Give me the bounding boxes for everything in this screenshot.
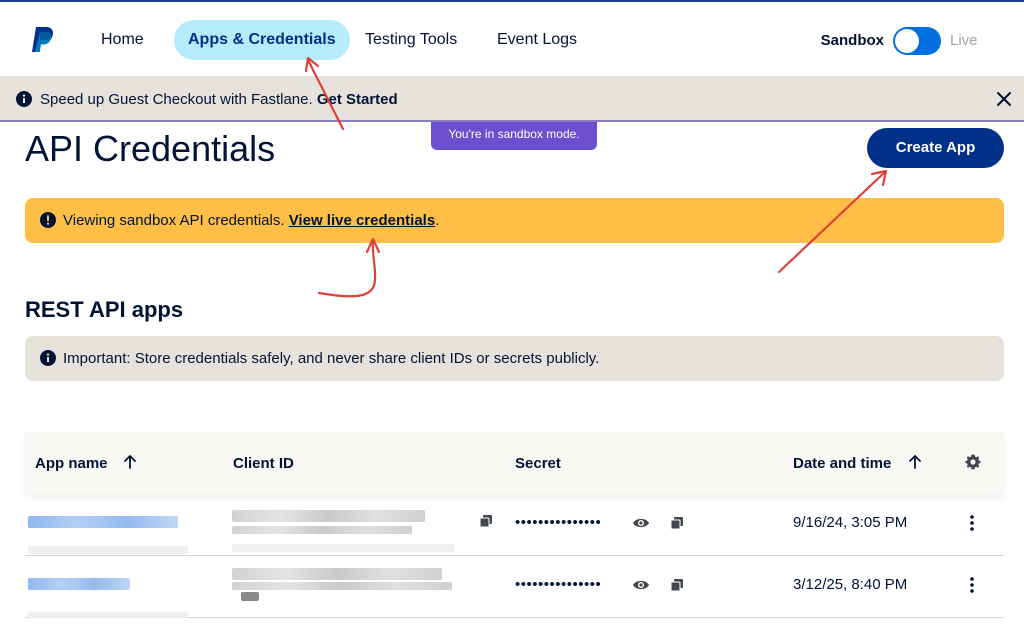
annotation-arrowhead — [870, 169, 888, 187]
sort-arrow-up-icon[interactable] — [123, 454, 137, 470]
column-header-date-time[interactable]: Date and time — [793, 455, 891, 472]
sandbox-mode-pill: You're in sandbox mode. — [431, 122, 597, 150]
client-id-redacted — [232, 568, 442, 580]
sandbox-warning-banner: Viewing sandbox API credentials. View li… — [25, 198, 1004, 243]
redacted-text — [232, 544, 455, 552]
eye-icon[interactable] — [632, 516, 650, 530]
kebab-menu-icon[interactable] — [969, 514, 975, 532]
annotation-arrow-view-live — [317, 238, 377, 298]
sort-arrow-up-icon[interactable] — [908, 454, 922, 470]
nav-event-logs[interactable]: Event Logs — [483, 20, 591, 60]
copy-icon[interactable] — [670, 578, 684, 592]
get-started-link[interactable]: Get Started — [317, 91, 398, 108]
eye-icon[interactable] — [632, 578, 650, 592]
table-row: ••••••••••••••• 3/12/25, 8:40 PM — [25, 556, 1004, 618]
warning-suffix: . — [435, 212, 440, 229]
env-label-live: Live — [950, 32, 978, 49]
row-date: 9/16/24, 3:05 PM — [793, 514, 908, 531]
redacted-text — [28, 546, 188, 554]
redacted-text — [28, 612, 188, 618]
nav-apps-credentials[interactable]: Apps & Credentials — [174, 20, 350, 60]
info-message: Important: Store credentials safely, and… — [63, 350, 600, 367]
warning-text: Viewing sandbox API credentials. — [63, 212, 289, 229]
client-id-redacted — [232, 526, 412, 534]
table-header: App name Client ID Secret Date and time — [25, 432, 1004, 494]
warning-message: Viewing sandbox API credentials. View li… — [63, 212, 439, 229]
copy-icon[interactable] — [670, 516, 684, 530]
fastlane-banner: Speed up Guest Checkout with Fastlane. G… — [0, 76, 1024, 122]
section-title-rest-api-apps: REST API apps — [25, 297, 184, 322]
alert-icon — [40, 212, 56, 228]
table-row: ••••••••••••••• 9/16/24, 3:05 PM — [25, 494, 1004, 556]
column-header-client-id: Client ID — [233, 455, 294, 472]
env-label-sandbox: Sandbox — [820, 32, 884, 49]
fastlane-text: Speed up Guest Checkout with Fastlane. — [40, 91, 317, 108]
sandbox-live-toggle[interactable] — [893, 27, 941, 55]
create-app-button[interactable]: Create App — [867, 128, 1004, 168]
secret-masked: ••••••••••••••• — [515, 514, 602, 531]
column-header-secret: Secret — [515, 455, 561, 472]
row-date: 3/12/25, 8:40 PM — [793, 576, 908, 593]
kebab-menu-icon[interactable] — [969, 576, 975, 594]
nav-home[interactable]: Home — [87, 20, 158, 60]
redacted-text — [241, 592, 259, 601]
page-title: API Credentials — [25, 128, 276, 169]
top-nav: Home Apps & Credentials Testing Tools Ev… — [0, 0, 1024, 76]
client-id-redacted — [232, 510, 425, 522]
toggle-knob — [895, 29, 919, 53]
credentials-info-banner: Important: Store credentials safely, and… — [25, 336, 1004, 381]
fastlane-message: Speed up Guest Checkout with Fastlane. G… — [40, 91, 398, 108]
column-header-app-name[interactable]: App name — [35, 455, 108, 472]
gear-icon[interactable] — [964, 453, 982, 471]
nav-testing-tools[interactable]: Testing Tools — [351, 20, 471, 60]
info-icon — [16, 91, 32, 107]
info-icon — [40, 350, 56, 366]
view-live-credentials-link[interactable]: View live credentials — [289, 212, 435, 229]
secret-masked: ••••••••••••••• — [515, 576, 602, 593]
paypal-logo[interactable] — [30, 26, 56, 54]
app-name-link-redacted[interactable] — [28, 516, 178, 528]
app-name-link-redacted[interactable] — [28, 578, 130, 590]
copy-icon[interactable] — [479, 514, 493, 528]
client-id-redacted — [232, 582, 452, 590]
close-icon[interactable] — [995, 90, 1013, 108]
